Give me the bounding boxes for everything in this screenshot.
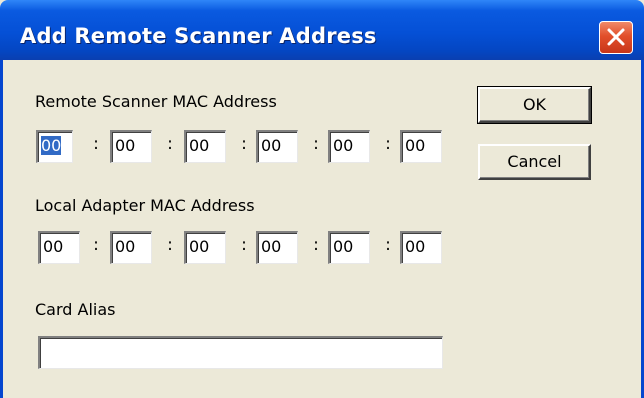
card-alias-label: Card Alias [35, 300, 116, 319]
local-mac-octet-1[interactable]: 00 [38, 231, 80, 264]
local-mac-separator: : [241, 235, 247, 255]
remote-mac-separator: : [241, 134, 247, 154]
remote-mac-octet-4[interactable]: 00 [256, 130, 298, 163]
dialog-window: Add Remote Scanner Address Remote Scanne… [0, 0, 644, 398]
remote-mac-octet-1[interactable]: 00 [36, 130, 73, 163]
close-icon [607, 28, 625, 46]
remote-mac-octet-5[interactable]: 00 [328, 130, 370, 163]
remote-mac-octet-6[interactable]: 00 [400, 130, 442, 163]
card-alias-input[interactable] [38, 336, 443, 369]
local-mac-separator: : [385, 235, 391, 255]
remote-mac-label: Remote Scanner MAC Address [35, 92, 277, 111]
cancel-button[interactable]: Cancel [478, 144, 591, 180]
remote-mac-separator: : [385, 134, 391, 154]
remote-mac-separator: : [313, 134, 319, 154]
local-mac-octet-3[interactable]: 00 [184, 231, 226, 264]
remote-mac-separator: : [93, 134, 99, 154]
local-mac-separator: : [167, 235, 173, 255]
local-mac-label: Local Adapter MAC Address [35, 196, 255, 215]
remote-mac-octet-2[interactable]: 00 [110, 130, 152, 163]
dialog-body: Remote Scanner MAC Address 00 : 00 : 00 … [0, 60, 644, 398]
ok-button[interactable]: OK [477, 86, 592, 124]
close-button[interactable] [599, 21, 633, 54]
local-mac-octet-5[interactable]: 00 [328, 231, 370, 264]
local-mac-octet-6[interactable]: 00 [400, 231, 442, 264]
local-mac-octet-2[interactable]: 00 [110, 231, 152, 264]
remote-mac-separator: : [167, 134, 173, 154]
title-bar[interactable]: Add Remote Scanner Address [0, 0, 644, 60]
remote-mac-octet-3[interactable]: 00 [184, 130, 226, 163]
local-mac-separator: : [313, 235, 319, 255]
window-title: Add Remote Scanner Address [20, 24, 377, 48]
local-mac-separator: : [93, 235, 99, 255]
local-mac-octet-4[interactable]: 00 [256, 231, 298, 264]
